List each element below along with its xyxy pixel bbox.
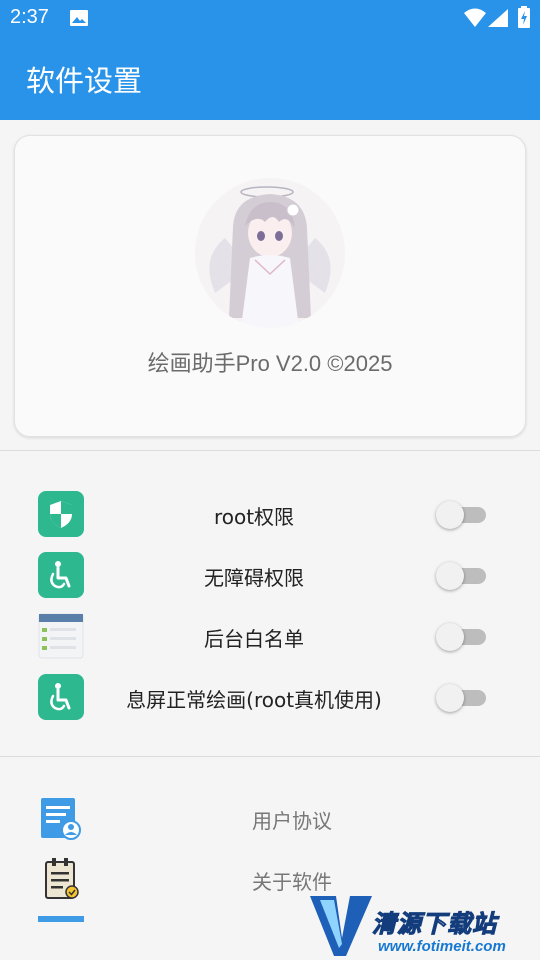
permission-label: root权限 (213, 505, 295, 529)
watermark-title: 清源下载站 (372, 910, 497, 939)
clipboard-check-icon (45, 858, 79, 899)
watermark-url: www.fotimeit.com (378, 938, 506, 955)
anime-girl-avatar (195, 178, 345, 328)
background-whitelist-toggle[interactable] (436, 623, 486, 651)
permission-row-whitelist: 后台白名单 (0, 611, 540, 661)
user-agreement-row[interactable]: 用户协议 (0, 791, 540, 847)
page-title: 软件设置 (26, 64, 143, 98)
status-time: 2:37 (10, 6, 49, 28)
user-agreement-label: 用户协议 (252, 809, 332, 833)
permission-label: 后台白名单 (204, 627, 304, 651)
accessibility-permission-toggle[interactable] (436, 562, 486, 590)
watermark-logo (310, 896, 372, 956)
permission-row-accessibility: 无障碍权限 (0, 550, 540, 600)
avatar (195, 178, 345, 328)
battery-icon (518, 6, 530, 28)
permission-label: 无障碍权限 (204, 566, 304, 590)
wifi-icon (464, 8, 486, 27)
accessibility-icon (38, 552, 84, 598)
image-icon (70, 10, 88, 26)
permission-label: 息屏正常绘画(root真机使用) (126, 688, 382, 712)
window-list-icon (38, 613, 84, 659)
signal-icon (488, 9, 508, 27)
app-bar: 软件设置 (0, 36, 540, 120)
divider (0, 756, 540, 757)
app-version-text: 绘画助手Pro V2.0 ©2025 (147, 351, 393, 376)
divider (0, 450, 540, 451)
partial-list-item-icon (38, 916, 84, 922)
watermark: 清源下载站 www.fotimeit.com (306, 886, 540, 960)
screen-off-drawing-toggle[interactable] (436, 684, 486, 712)
root-permission-toggle[interactable] (436, 501, 486, 529)
permission-row-screen-off: 息屏正常绘画(root真机使用) (0, 672, 540, 722)
accessibility-icon (38, 674, 84, 720)
profile-card: 绘画助手Pro V2.0 ©2025 (14, 135, 526, 437)
status-bar: 2:37 (0, 0, 540, 36)
shield-icon (38, 491, 84, 537)
user-agreement-icon (41, 798, 81, 840)
permission-row-root: root权限 (0, 489, 540, 539)
